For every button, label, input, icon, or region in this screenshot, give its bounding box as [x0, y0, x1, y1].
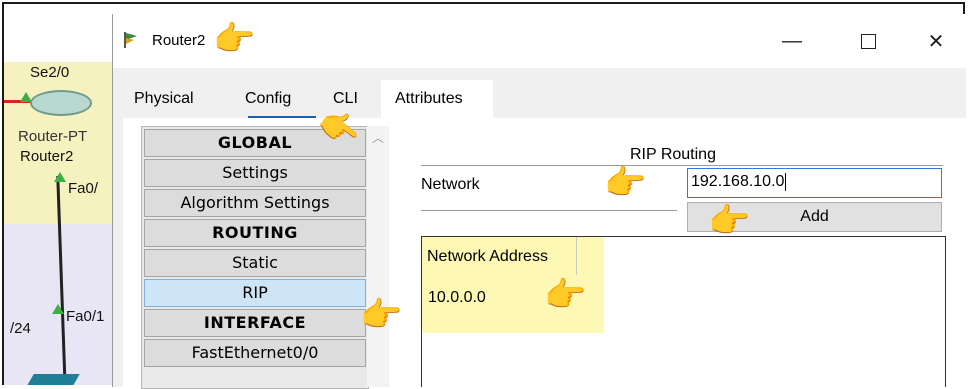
pointer-hand-icon: 👉: [544, 276, 587, 314]
maximize-icon: [860, 33, 876, 49]
nav-item-algorithm-settings[interactable]: Algorithm Settings: [144, 189, 366, 217]
nav-item-fastethernet0-0[interactable]: FastEthernet0/0: [144, 339, 366, 367]
minimize-button[interactable]: —: [769, 24, 815, 58]
nav-item-settings[interactable]: Settings: [144, 159, 366, 187]
router-app-icon: [124, 32, 137, 48]
title-bar[interactable]: Router2 👉 — ✕: [113, 14, 966, 68]
router-config-window: Router2 👉 — ✕ Physical Config CLI Attrib…: [112, 14, 966, 389]
nav-header-routing: ROUTING: [144, 219, 366, 247]
title-divider: [421, 165, 943, 166]
maximize-button[interactable]: [845, 24, 891, 58]
port-label-fa0-bottom: Fa0/1: [66, 308, 105, 325]
pointer-hand-icon: 👉: [360, 296, 403, 334]
port-label-fa0-top: Fa0/: [68, 180, 99, 197]
network-input-value: 192.168.10.0: [691, 173, 785, 191]
scroll-up-icon[interactable]: ︿: [372, 129, 384, 146]
network-label: Network: [421, 176, 480, 193]
pointer-hand-icon: 👉: [604, 164, 647, 202]
pointer-hand-icon: 👉: [708, 202, 751, 240]
router-model-label: Router-PT: [18, 128, 88, 145]
close-button[interactable]: ✕: [913, 24, 959, 58]
nav-item-static[interactable]: Static: [144, 249, 366, 277]
link-status-up-icon: [54, 172, 66, 182]
link-status-up-icon: [20, 92, 32, 102]
network-divider: [421, 210, 677, 211]
topology-workspace[interactable]: Se2/0 Router-PT Router2 Fa0/ /24 Fa0/1: [4, 4, 112, 385]
subnet-label: /24: [10, 320, 31, 337]
port-label-se: Se2/0: [30, 64, 70, 81]
network-address-table[interactable]: Network Address 10.0.0.0: [421, 236, 946, 387]
window-body: Physical Config CLI Attributes GLOBAL Se…: [113, 68, 966, 389]
router-device-icon[interactable]: [30, 90, 92, 116]
window-title: Router2: [152, 32, 206, 49]
config-panel: GLOBAL Settings Algorithm Settings ROUTI…: [123, 118, 966, 389]
nav-header-interface: INTERFACE: [144, 309, 366, 337]
pointer-hand-icon: 👉: [213, 20, 256, 58]
column-divider: [576, 237, 577, 275]
tab-attributes[interactable]: Attributes: [388, 86, 470, 114]
table-row[interactable]: 10.0.0.0: [428, 289, 486, 307]
nav-scrollbar[interactable]: ︿: [367, 126, 389, 387]
nav-item-rip[interactable]: RIP: [144, 279, 366, 307]
tab-physical[interactable]: Physical: [127, 86, 201, 114]
network-address-column-header[interactable]: Network Address: [427, 248, 577, 266]
config-nav-list: GLOBAL Settings Algorithm Settings ROUTI…: [141, 126, 369, 389]
router-name-label: Router2: [20, 148, 74, 165]
text-caret: [785, 173, 787, 191]
link-status-up-icon: [52, 304, 64, 314]
tab-config[interactable]: Config: [238, 86, 299, 114]
rip-routing-title: RIP Routing: [630, 146, 716, 163]
network-input[interactable]: 192.168.10.0: [687, 168, 942, 198]
